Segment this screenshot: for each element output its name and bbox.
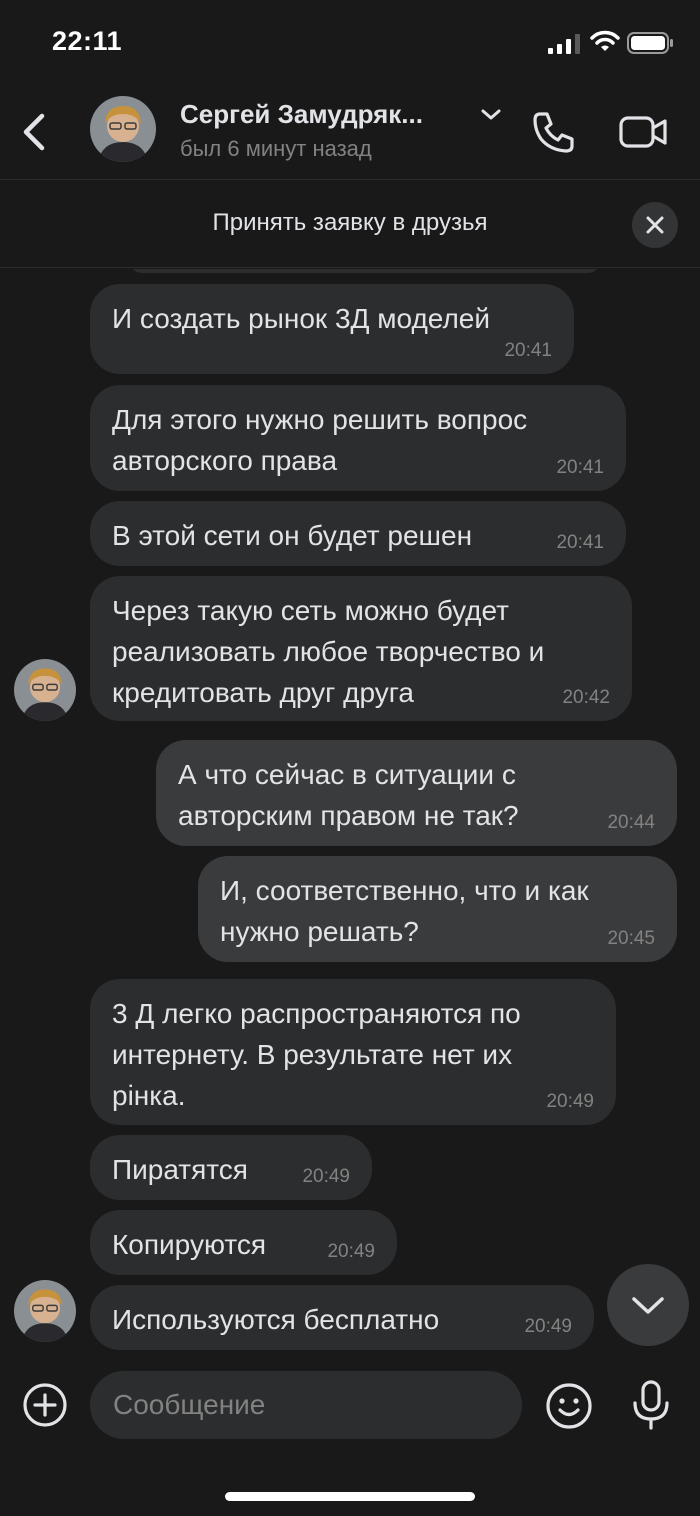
- chevron-down-icon: [481, 109, 501, 120]
- wifi-icon: [590, 30, 620, 51]
- message-time: 20:41: [556, 532, 604, 553]
- message-text: Через такую сеть можно будет реализовать…: [112, 595, 545, 708]
- message-text: В этой сети он будет решен: [112, 520, 473, 551]
- message-text: И создать рынок 3Д моделей: [112, 303, 490, 334]
- message-time: 20:49: [327, 1241, 375, 1262]
- message-text: А что сейчас в ситуации с авторским прав…: [178, 759, 519, 831]
- message-composer: [0, 1360, 700, 1460]
- message-bubble[interactable]: Для этого нужно решить вопрос авторского…: [90, 385, 626, 491]
- message-text: Пиратятся: [112, 1154, 248, 1185]
- cellular-signal-icon: [548, 34, 580, 54]
- message-time: 20:41: [556, 457, 604, 478]
- status-bar: 22:11: [0, 0, 700, 88]
- message-text: Для этого нужно решить вопрос авторского…: [112, 404, 528, 476]
- back-button[interactable]: [14, 108, 54, 156]
- message-bubble[interactable]: И создать рынок 3Д моделей 20:41: [90, 284, 574, 374]
- message-list[interactable]: И создать рынок 3Д моделей 20:41 Для это…: [0, 269, 700, 1359]
- contact-last-seen: был 6 минут назад: [180, 136, 372, 161]
- message-bubble-outgoing[interactable]: И, соответственно, что и как нужно решат…: [198, 856, 677, 962]
- message-bubble-partial: [130, 269, 600, 273]
- message-input[interactable]: [90, 1371, 522, 1439]
- sender-avatar[interactable]: [14, 659, 76, 721]
- smile-icon[interactable]: [545, 1382, 593, 1430]
- battery-icon: [627, 32, 673, 54]
- accept-friend-request-button[interactable]: Принять заявку в друзья: [0, 209, 700, 237]
- message-bubble-outgoing[interactable]: А что сейчас в ситуации с авторским прав…: [156, 740, 677, 846]
- status-time: 22:11: [52, 26, 123, 56]
- home-indicator: [225, 1492, 475, 1501]
- message-text: Копируются: [112, 1229, 266, 1260]
- message-time: 20:44: [607, 812, 655, 833]
- contact-avatar[interactable]: [90, 96, 156, 162]
- plus-circle-icon[interactable]: [22, 1382, 68, 1428]
- scroll-to-bottom-button[interactable]: [607, 1264, 689, 1346]
- message-text: И, соответственно, что и как нужно решат…: [220, 875, 589, 947]
- avatar-photo: [14, 659, 76, 721]
- chevron-down-icon: [632, 1297, 664, 1314]
- message-text: 3 Д легко распространяются по интернету.…: [112, 998, 521, 1111]
- message-time: 20:41: [504, 340, 552, 361]
- message-time: 20:49: [546, 1091, 594, 1112]
- avatar-photo: [14, 1280, 76, 1342]
- phone-icon[interactable]: [530, 108, 578, 156]
- message-bubble[interactable]: Копируются 20:49: [90, 1210, 397, 1275]
- message-time: 20:49: [524, 1316, 572, 1337]
- contact-name-button[interactable]: Сергей Замудряк...: [180, 99, 510, 133]
- chat-header: Сергей Замудряк... был 6 минут назад: [0, 88, 700, 180]
- microphone-icon[interactable]: [630, 1379, 672, 1431]
- message-time: 20:45: [607, 928, 655, 949]
- message-bubble[interactable]: Через такую сеть можно будет реализовать…: [90, 576, 632, 721]
- close-icon: [646, 216, 664, 234]
- friend-request-banner: Принять заявку в друзья: [0, 181, 700, 268]
- message-text: Используются бесплатно: [112, 1304, 440, 1335]
- message-time: 20:42: [562, 687, 610, 708]
- message-time: 20:49: [302, 1166, 350, 1187]
- message-bubble[interactable]: В этой сети он будет решен 20:41: [90, 501, 626, 566]
- message-bubble[interactable]: Используются бесплатно 20:49: [90, 1285, 594, 1350]
- avatar-photo: [90, 96, 156, 162]
- message-bubble[interactable]: 3 Д легко распространяются по интернету.…: [90, 979, 616, 1125]
- contact-name: Сергей Замудряк...: [180, 99, 423, 129]
- video-camera-icon[interactable]: [618, 110, 670, 154]
- message-bubble[interactable]: Пиратятся 20:49: [90, 1135, 372, 1200]
- sender-avatar[interactable]: [14, 1280, 76, 1342]
- close-banner-button[interactable]: [632, 202, 678, 248]
